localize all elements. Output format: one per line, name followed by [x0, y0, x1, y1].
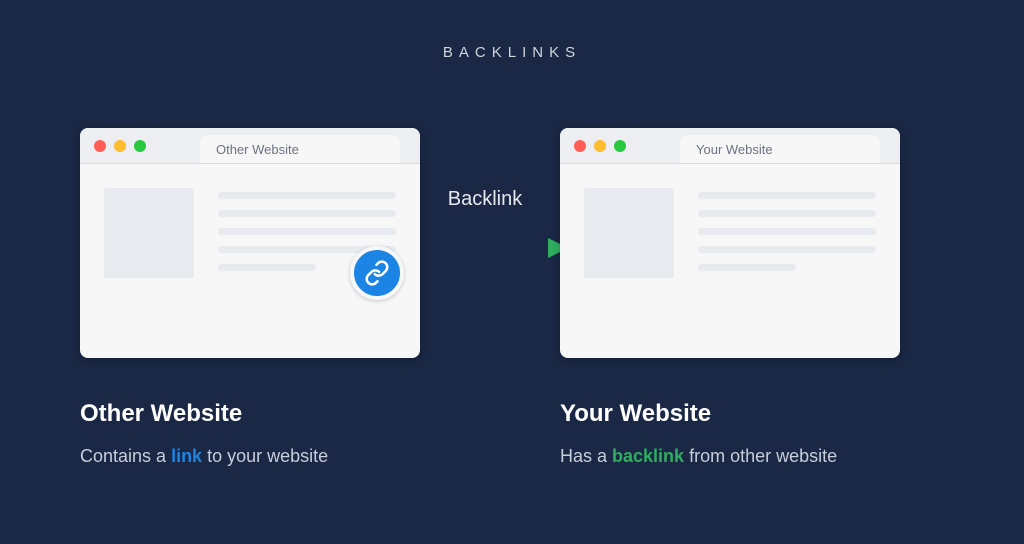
caption-heading: Other Website	[80, 400, 480, 428]
caption-pre: Has a	[560, 446, 612, 466]
placeholder-line	[218, 192, 396, 199]
browser-tab: Your Website	[680, 135, 880, 163]
window-chrome: Your Website	[560, 128, 900, 164]
your-website-caption: Your Website Has a backlink from other w…	[560, 400, 960, 467]
caption-pre: Contains a	[80, 446, 171, 466]
other-website-caption: Other Website Contains a link to your we…	[80, 400, 480, 467]
placeholder-image	[584, 188, 674, 278]
placeholder-line	[698, 264, 796, 271]
caption-post: from other website	[684, 446, 837, 466]
placeholder-line	[698, 192, 876, 199]
caption-highlight: backlink	[612, 446, 684, 466]
caption-heading: Your Website	[560, 400, 960, 428]
traffic-lights	[574, 140, 626, 152]
placeholder-text-lines	[698, 188, 876, 271]
maximize-dot-icon	[614, 140, 626, 152]
page-body	[560, 164, 900, 302]
other-website-browser-mock: Other Website	[80, 128, 420, 358]
caption-post: to your website	[202, 446, 328, 466]
backlink-arrow-icon	[410, 237, 570, 259]
diagram-title: BACKLINKS	[0, 44, 1024, 61]
placeholder-line	[218, 228, 396, 235]
caption-text: Contains a link to your website	[80, 446, 480, 467]
page-body	[80, 164, 420, 302]
maximize-dot-icon	[134, 140, 146, 152]
close-dot-icon	[94, 140, 106, 152]
traffic-lights	[94, 140, 146, 152]
browser-tab: Other Website	[200, 135, 400, 163]
tab-label: Other Website	[216, 142, 299, 157]
placeholder-line	[698, 228, 876, 235]
placeholder-line	[698, 246, 876, 253]
link-icon	[350, 246, 404, 300]
tab-label: Your Website	[696, 142, 773, 157]
placeholder-line	[218, 210, 396, 217]
caption-highlight: link	[171, 446, 202, 466]
caption-text: Has a backlink from other website	[560, 446, 960, 467]
placeholder-line	[698, 210, 876, 217]
placeholder-image	[104, 188, 194, 278]
placeholder-line	[218, 264, 316, 271]
placeholder-text-lines	[218, 188, 396, 271]
minimize-dot-icon	[594, 140, 606, 152]
arrow-label: Backlink	[425, 188, 545, 211]
close-dot-icon	[574, 140, 586, 152]
minimize-dot-icon	[114, 140, 126, 152]
window-chrome: Other Website	[80, 128, 420, 164]
your-website-browser-mock: Your Website	[560, 128, 900, 358]
